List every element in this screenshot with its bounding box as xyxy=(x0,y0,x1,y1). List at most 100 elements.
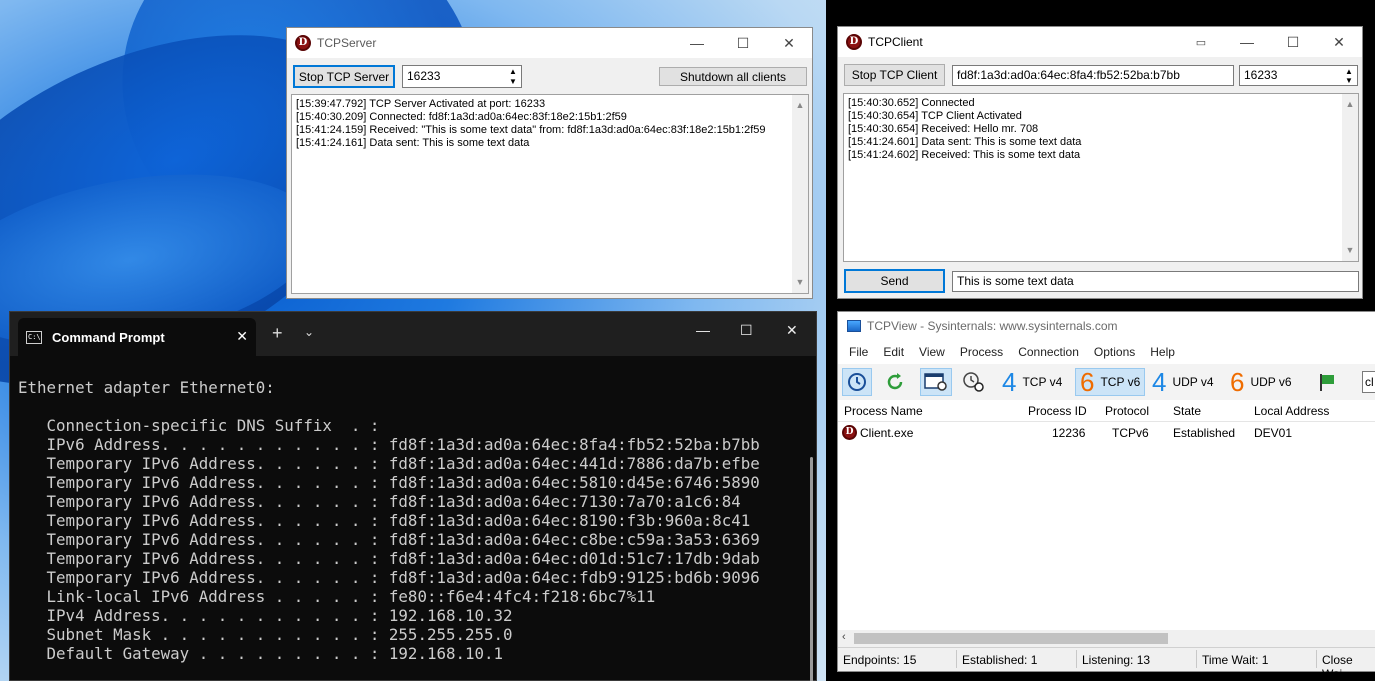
menu-options[interactable]: Options xyxy=(1094,345,1135,359)
terminal-tab-bar[interactable]: C:\ Command Prompt ✕ + ⌄ — ☐ ✕ xyxy=(10,312,816,356)
udp-v6-label: UDP v6 xyxy=(1250,375,1292,389)
terminal-line: Temporary IPv6 Address. . . . . . : fd8f… xyxy=(18,454,760,473)
port-spin-input[interactable]: 16233 ▲ ▼ xyxy=(1239,65,1358,86)
tcp-server-window: D TCPServer — ☐ ✕ Stop TCP Server 16233 … xyxy=(286,27,813,299)
address-value: fd8f:1a3d:ad0a:64ec:8fa4:fb52:52ba:b7bb xyxy=(957,68,1180,82)
close-icon[interactable]: ✕ xyxy=(786,322,798,339)
flag-icon xyxy=(1320,374,1334,391)
horizontal-scrollbar[interactable]: ‹ xyxy=(838,630,1375,647)
menu-help[interactable]: Help xyxy=(1150,345,1175,359)
tcp-v6-label: TCP v6 xyxy=(1100,375,1141,389)
new-tab-icon[interactable]: + xyxy=(272,323,283,344)
spin-down-icon[interactable]: ▼ xyxy=(1342,76,1356,85)
tcpview-window: TCPView - Sysinternals: www.sysinternals… xyxy=(837,311,1375,681)
terminal-line: Temporary IPv6 Address. . . . . . : fd8f… xyxy=(18,568,760,587)
menu-file[interactable]: File xyxy=(849,345,868,359)
vertical-scrollbar[interactable]: ▲ ▼ xyxy=(792,95,808,293)
terminal-line: Ethernet adapter Ethernet0: xyxy=(18,378,275,397)
maximize-icon[interactable]: ☐ xyxy=(1270,27,1316,57)
col-state[interactable]: State xyxy=(1173,404,1201,418)
log-line: [15:40:30.654] TCP Client Activated xyxy=(848,110,1022,122)
window-title: TCPServer xyxy=(317,36,377,50)
scroll-left-icon[interactable]: ‹ xyxy=(842,631,846,643)
chevron-down-icon[interactable]: ⌄ xyxy=(304,325,314,339)
log-line: [15:41:24.159] Received: "This is some t… xyxy=(296,124,766,136)
terminal-output[interactable]: Ethernet adapter Ethernet0: Connection-s… xyxy=(18,378,760,663)
minimize-icon[interactable]: — xyxy=(1224,27,1270,57)
message-input[interactable]: This is some text data xyxy=(952,271,1359,292)
address-input[interactable]: fd8f:1a3d:ad0a:64ec:8fa4:fb52:52ba:b7bb xyxy=(952,65,1234,86)
delphi-app-icon: D xyxy=(842,425,857,440)
port-value: 16233 xyxy=(1244,68,1278,82)
title-bar[interactable]: TCPView - Sysinternals: www.sysinternals… xyxy=(838,312,1375,340)
terminal-line: Connection-specific DNS Suffix . : xyxy=(18,416,380,435)
refresh-button[interactable] xyxy=(882,368,908,396)
close-tab-icon[interactable]: ✕ xyxy=(236,328,248,345)
port-spin-input[interactable]: 16233 ▲ ▼ xyxy=(402,65,522,88)
vertical-scrollbar[interactable]: ▲ ▼ xyxy=(1342,94,1358,261)
window-mode-icon[interactable]: ▭ xyxy=(1178,27,1224,57)
auto-refresh-button[interactable] xyxy=(842,368,872,396)
status-bar: Endpoints: 15 Established: 1 Listening: … xyxy=(838,647,1375,681)
log-line: [15:41:24.602] Received: This is some te… xyxy=(848,149,1081,161)
resolve-addresses-button[interactable] xyxy=(920,368,952,396)
tcp-v6-number-icon: 6 xyxy=(1080,367,1095,397)
server-log[interactable]: [15:39:47.792] TCP Server Activated at p… xyxy=(291,94,809,294)
col-process-id[interactable]: Process ID xyxy=(1028,404,1087,418)
toolbar: 4 TCP v4 6 TCP v6 4 UDP v4 6 UDP v6 cl xyxy=(838,364,1375,400)
title-bar[interactable]: D TCPServer — ☐ ✕ xyxy=(287,28,812,58)
window-title: TCPClient xyxy=(868,35,923,49)
spin-up-icon[interactable]: ▲ xyxy=(1342,67,1356,76)
log-line: [15:40:30.652] Connected xyxy=(848,97,975,109)
menu-process[interactable]: Process xyxy=(960,345,1003,359)
search-value: cl xyxy=(1365,375,1374,389)
scroll-down-icon[interactable]: ▼ xyxy=(1346,244,1355,257)
close-icon[interactable]: ✕ xyxy=(766,28,812,58)
shutdown-all-clients-button[interactable]: Shutdown all clients xyxy=(659,67,807,86)
minimize-icon[interactable]: — xyxy=(674,28,720,58)
maximize-icon[interactable]: ☐ xyxy=(740,322,753,339)
col-local-address[interactable]: Local Address xyxy=(1254,404,1329,418)
client-log[interactable]: [15:40:30.652] Connected [15:40:30.654] … xyxy=(843,93,1359,262)
terminal-line: Subnet Mask . . . . . . . . . . . : 255.… xyxy=(18,625,513,644)
port-spinner[interactable]: ▲ ▼ xyxy=(1342,67,1356,85)
clock-refresh-icon xyxy=(848,373,866,391)
tab-label: Command Prompt xyxy=(52,329,165,345)
scroll-thumb[interactable] xyxy=(854,633,1168,644)
stop-tcp-server-button[interactable]: Stop TCP Server xyxy=(293,65,395,88)
menu-connection[interactable]: Connection xyxy=(1018,345,1079,359)
port-spinner[interactable]: ▲ ▼ xyxy=(506,67,520,86)
end-process-button[interactable] xyxy=(960,368,988,396)
scroll-up-icon[interactable]: ▲ xyxy=(1346,98,1355,111)
menu-view[interactable]: View xyxy=(919,345,945,359)
log-line: [15:40:30.209] Connected: fd8f:1a3d:ad0a… xyxy=(296,111,627,123)
spin-up-icon[interactable]: ▲ xyxy=(506,67,520,77)
close-icon[interactable]: ✕ xyxy=(1316,27,1362,57)
menu-edit[interactable]: Edit xyxy=(883,345,904,359)
filter-udp-v6-button[interactable]: 6 UDP v6 xyxy=(1230,368,1292,396)
stop-tcp-client-button[interactable]: Stop TCP Client xyxy=(844,64,945,86)
filter-tcp-v6-button[interactable]: 6 TCP v6 xyxy=(1075,367,1146,397)
scroll-down-icon[interactable]: ▼ xyxy=(796,276,805,289)
message-value: This is some text data xyxy=(957,274,1074,288)
terminal-line: IPv4 Address. . . . . . . . . . . : 192.… xyxy=(18,606,513,625)
filter-udp-v4-button[interactable]: 4 UDP v4 xyxy=(1152,368,1214,396)
send-button[interactable]: Send xyxy=(844,269,945,293)
spin-down-icon[interactable]: ▼ xyxy=(506,77,520,87)
title-bar[interactable]: D TCPClient ▭ — ☐ ✕ xyxy=(838,27,1362,57)
table-row[interactable]: D Client.exe 12236 TCPv6 Established DEV… xyxy=(838,422,1375,444)
tab-command-prompt[interactable]: C:\ Command Prompt ✕ xyxy=(18,318,256,356)
closed-connections-button[interactable] xyxy=(1314,368,1340,396)
search-input[interactable]: cl xyxy=(1362,371,1375,393)
col-protocol[interactable]: Protocol xyxy=(1105,404,1149,418)
minimize-icon[interactable]: — xyxy=(696,322,710,338)
status-closewait: Close Wai xyxy=(1322,653,1353,681)
maximize-icon[interactable]: ☐ xyxy=(720,28,766,58)
log-line: [15:40:30.654] Received: Hello mr. 708 xyxy=(848,123,1039,135)
status-divider xyxy=(1316,650,1317,668)
col-process-name[interactable]: Process Name xyxy=(844,404,923,418)
scroll-up-icon[interactable]: ▲ xyxy=(796,99,805,112)
terminal-scrollbar[interactable] xyxy=(810,457,813,681)
filter-tcp-v4-button[interactable]: 4 TCP v4 xyxy=(1002,368,1062,396)
